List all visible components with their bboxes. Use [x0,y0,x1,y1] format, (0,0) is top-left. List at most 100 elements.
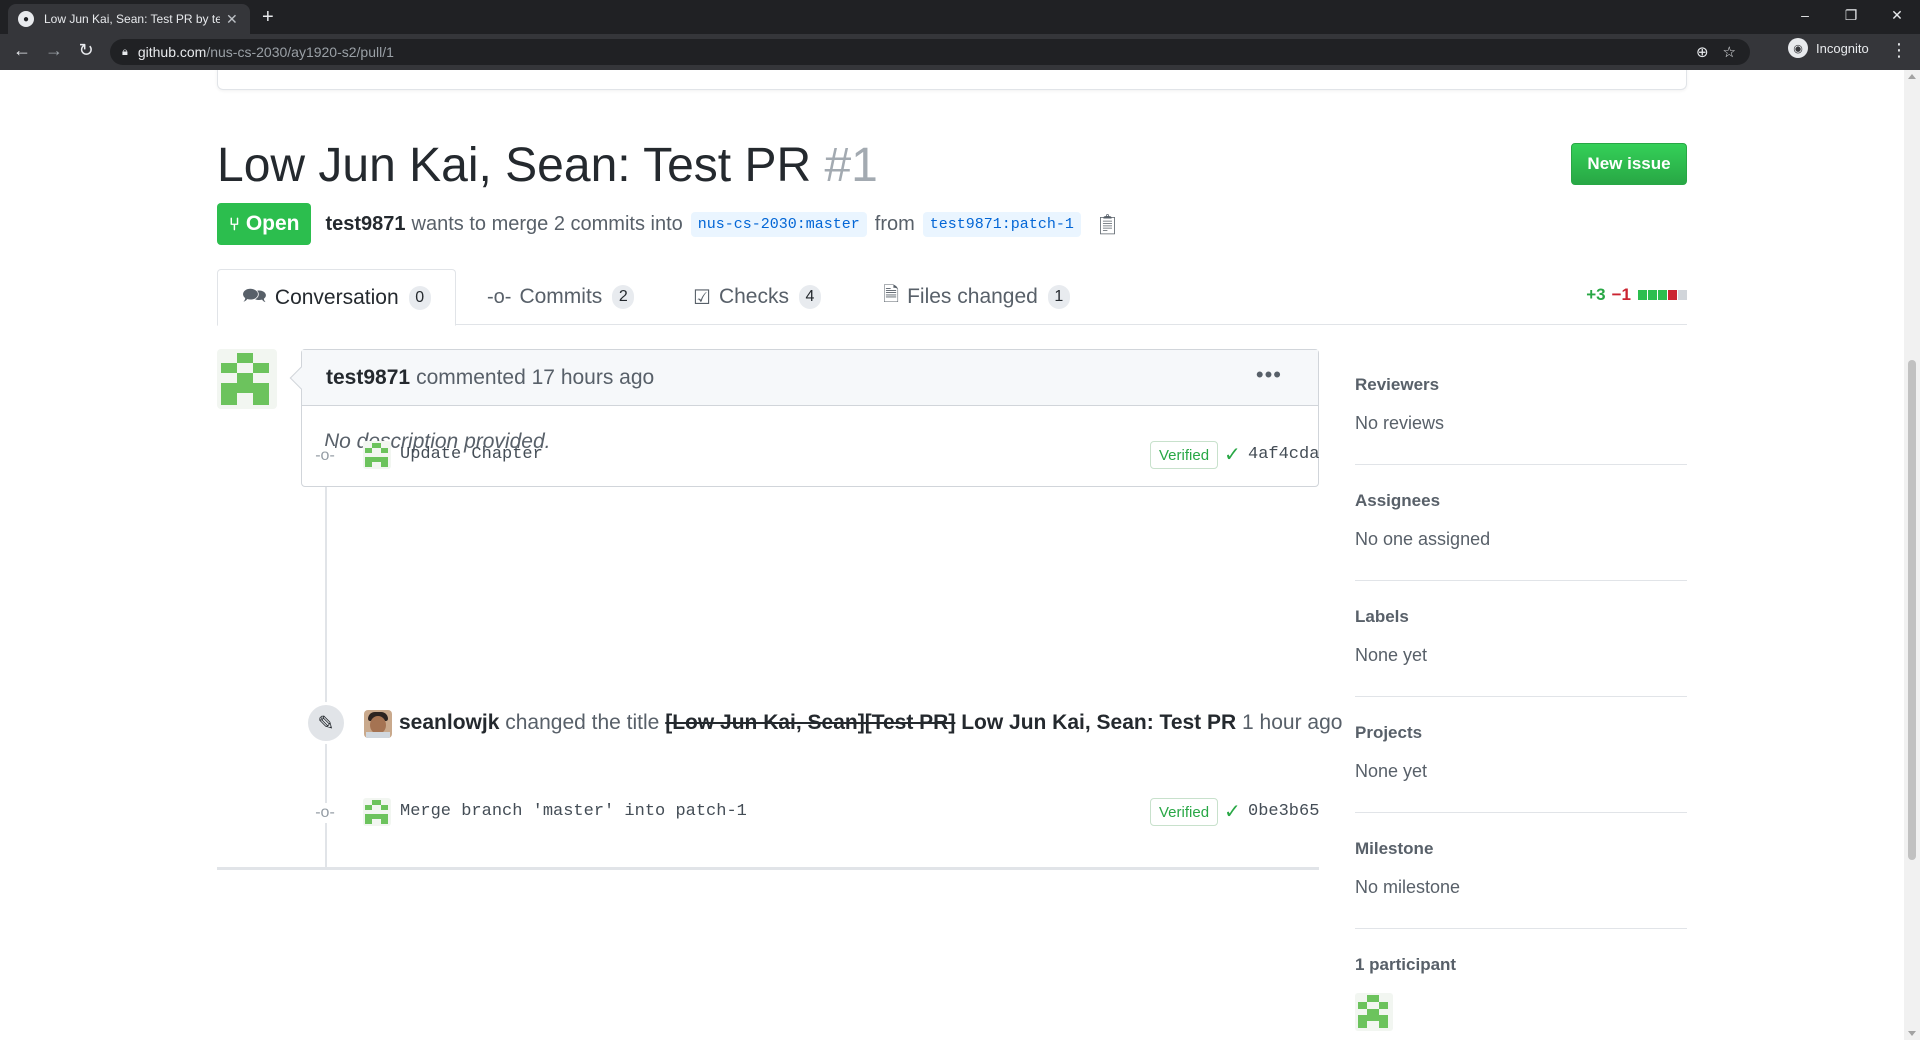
identicon-cell [381,462,388,467]
incognito-profile[interactable]: ◉ Incognito [1788,38,1869,58]
title-change-event: ✎ seanlowjk changed the title [Low Jun K… [301,702,1342,746]
old-title: [Low Jun Kai, Sean][Test PR] [665,711,956,734]
event-actor-link[interactable]: seanlowjk [399,711,499,734]
scroll-down-icon[interactable] [1908,1031,1916,1036]
sidebar-milestone: Milestone No milestone [1355,813,1687,929]
tab-commits[interactable]: -o- Commits 2 [487,269,635,325]
close-window-icon[interactable]: ✕ [1874,0,1920,30]
commit-sha-link[interactable]: 4af4cda [1248,445,1319,464]
identicon-cell [221,393,237,405]
commit-author-avatar[interactable] [363,798,391,826]
identicon-cell [365,805,372,810]
browser-tab-title: Low Jun Kai, Sean: Test PR by test9871 [44,12,220,26]
timeline-commit: -o- Merge branch 'master' into patch-1 V… [301,795,1319,829]
pr-title-text: Low Jun Kai, Sean: Test PR [217,139,812,192]
pr-meta: ⑂ Open test9871 wants to merge 2 commits… [217,202,1120,246]
actor-avatar[interactable] [364,710,392,738]
merge-text: wants to merge 2 commits into [411,212,683,235]
sidebar-reviewers: Reviewers No reviews [1355,349,1687,465]
sidebar-section-value: None yet [1355,761,1428,781]
reload-icon[interactable]: ↻ [74,40,98,61]
back-icon[interactable]: ← [10,40,34,61]
pr-author-link[interactable]: test9871 [325,213,405,236]
tab-label: Conversation [274,285,399,309]
scroll-thumb[interactable] [1908,360,1916,860]
sidebar-section-title[interactable]: Milestone [1355,839,1687,859]
pencil-icon: ✎ [305,702,347,744]
lock-icon[interactable]: 🔒︎ [122,46,128,59]
pr-number: #1 [824,139,878,192]
git-commit-icon: -o- [487,285,512,308]
commit-sha-link[interactable]: 0be3b65 [1248,802,1319,821]
author-avatar[interactable] [217,349,277,409]
comment-header: test9871 commented 17 hours ago ••• [289,350,1318,406]
sidebar-section-title[interactable]: Labels [1355,607,1687,627]
checklist-icon: ☑ [693,286,711,309]
identicon-cell [221,363,237,373]
diffstat[interactable]: +3 −1 [1586,285,1687,305]
file-diff-icon: 🗎︎ [883,284,900,306]
close-tab-icon[interactable]: ✕ [226,11,238,28]
address-bar[interactable]: 🔒︎ github.com /nus-cs-2030/ay1920-s2/pul… [110,39,1750,65]
header-card-bottom [217,70,1687,90]
sidebar-section-title[interactable]: Projects [1355,723,1687,743]
check-icon[interactable]: ✓ [1224,799,1241,824]
check-icon[interactable]: ✓ [1224,442,1241,467]
browser-toolbar: ← → ↻ 🔒︎ github.com /nus-cs-2030/ay1920-… [0,34,1920,70]
browser-menu-icon[interactable]: ⋮ [1890,40,1908,61]
diff-additions: +3 [1586,285,1606,304]
head-branch[interactable]: test9871:patch-1 [922,211,1081,237]
participant-avatar[interactable] [1355,993,1393,1031]
new-tab-icon[interactable]: + [262,6,274,29]
sidebar-labels: Labels None yet [1355,581,1687,697]
new-issue-button[interactable]: New issue [1571,143,1687,185]
tab-files-changed[interactable]: 🗎︎ Files changed 1 [883,269,1070,325]
tab-conversation[interactable]: 🗪︎ Conversation 0 [217,269,456,326]
tab-checks[interactable]: ☑ Checks 4 [693,269,821,325]
tab-counter: 1 [1047,285,1070,309]
base-branch[interactable]: nus-cs-2030:master [690,211,867,237]
identicon-cell [381,819,388,824]
identicon-cell [381,805,388,810]
identicon-cell [365,819,372,824]
identicon-cell [1379,1002,1388,1009]
commit-author-avatar[interactable] [363,441,391,469]
identicon-cell [372,443,381,448]
identicon-cell [221,383,269,393]
comment-discussion-icon: 🗪︎ [242,284,267,307]
identicon-cell [1358,1021,1367,1028]
url-path: /nus-cs-2030/ay1920-s2/pull/1 [206,44,394,60]
incognito-icon: ◉ [1788,38,1808,58]
kebab-horizontal-icon[interactable]: ••• [1256,362,1282,388]
restore-icon[interactable]: ❐ [1828,0,1874,30]
page-scrollbar[interactable] [1904,70,1920,1040]
tab-label: Checks [718,285,789,308]
zoom-icon[interactable]: ⊕ [1696,43,1709,61]
comment-time[interactable]: 17 hours ago [532,366,655,390]
verified-badge[interactable]: Verified [1150,798,1219,826]
bookmark-star-icon[interactable]: ☆ [1723,43,1736,61]
sidebar-section-title[interactable]: Assignees [1355,491,1687,511]
minimize-icon[interactable]: – [1782,0,1828,30]
scroll-up-icon[interactable] [1908,74,1916,79]
comment-arrow [289,366,313,390]
sidebar-section-title[interactable]: Reviewers [1355,375,1687,395]
diff-blocks [1637,285,1687,305]
identicon-cell [237,373,253,383]
browser-tab[interactable]: ● Low Jun Kai, Sean: Test PR by test9871… [8,4,250,34]
forward-icon[interactable]: → [42,40,66,61]
tab-counter: 2 [612,285,635,309]
sidebar-section-value: No milestone [1355,877,1461,897]
commit-message-link[interactable]: Update Chapter [400,445,543,464]
commit-message-link[interactable]: Merge branch 'master' into patch-1 [400,802,747,821]
sidebar-section-value: No one assigned [1355,529,1491,549]
event-time[interactable]: 1 hour ago [1242,711,1342,734]
sidebar-section-value: No reviews [1355,413,1445,433]
discussion-sidebar: Reviewers No reviews Assignees No one as… [1355,349,1687,1031]
identicon-cell [1379,1021,1388,1028]
verified-badge[interactable]: Verified [1150,441,1219,469]
event-action: changed the title [505,711,660,734]
diffstat-block [1678,290,1687,300]
clipboard-copy-icon[interactable]: 📋︎ [1095,212,1120,237]
comment-author-link[interactable]: test9871 [326,366,410,390]
